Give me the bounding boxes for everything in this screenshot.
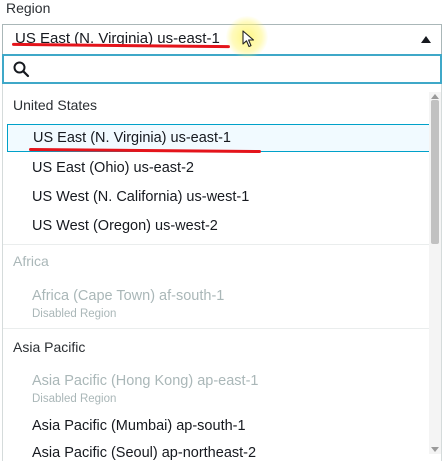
region-option-us-west-1[interactable]: US West (N. California) us-west-1 <box>7 184 431 212</box>
scrollbar-thumb[interactable] <box>431 100 439 244</box>
group-divider <box>3 244 431 245</box>
region-search-box[interactable] <box>2 54 442 84</box>
region-option-label: US East (Ohio) us-east-2 <box>32 160 194 176</box>
region-option-label: US East (N. Virginia) us-east-1 <box>33 130 231 146</box>
region-option-af-south-1: Africa (Cape Town) af-south-1 Disabled R… <box>7 283 431 327</box>
region-field-label: Region <box>6 0 51 16</box>
region-option-us-east-2[interactable]: US East (Ohio) us-east-2 <box>7 155 431 183</box>
region-dropdown-list: United States US East (N. Virginia) us-e… <box>2 84 442 461</box>
region-option-ap-east-1: Asia Pacific (Hong Kong) ap-east-1 Disab… <box>7 368 431 412</box>
group-header-africa: Africa <box>13 253 49 269</box>
annotation-underline <box>28 147 262 154</box>
region-select-trigger[interactable]: US East (N. Virginia) us-east-1 <box>2 24 442 54</box>
region-option-label: US West (N. California) us-west-1 <box>32 189 250 205</box>
region-option-label: Asia Pacific (Hong Kong) ap-east-1 <box>32 373 259 389</box>
caret-up-icon[interactable] <box>421 36 431 43</box>
mouse-cursor-icon <box>242 30 255 48</box>
region-option-label: Asia Pacific (Seoul) ap-northeast-2 <box>32 445 257 461</box>
disabled-region-note: Disabled Region <box>32 393 117 405</box>
group-divider <box>3 328 431 329</box>
region-option-ap-south-1[interactable]: Asia Pacific (Mumbai) ap-south-1 <box>7 413 431 441</box>
region-option-label: Africa (Cape Town) af-south-1 <box>32 288 225 304</box>
region-option-us-west-2[interactable]: US West (Oregon) us-west-2 <box>7 213 431 241</box>
region-option-label: Asia Pacific (Mumbai) ap-south-1 <box>32 418 246 434</box>
scroll-up-icon[interactable] <box>431 94 439 99</box>
region-option-label: US West (Oregon) us-west-2 <box>32 218 218 234</box>
region-option-ap-northeast-2[interactable]: Asia Pacific (Seoul) ap-northeast-2 <box>7 440 431 461</box>
group-header-asia-pacific: Asia Pacific <box>13 339 86 355</box>
disabled-region-note: Disabled Region <box>32 308 117 320</box>
search-icon <box>13 61 30 78</box>
group-header-united-states: United States <box>13 97 98 113</box>
region-select-screen: Region US East (N. Virginia) us-east-1 U… <box>0 0 448 461</box>
search-input[interactable] <box>36 58 430 82</box>
scroll-down-icon[interactable] <box>431 447 439 452</box>
dropdown-scrollbar[interactable] <box>429 92 441 454</box>
